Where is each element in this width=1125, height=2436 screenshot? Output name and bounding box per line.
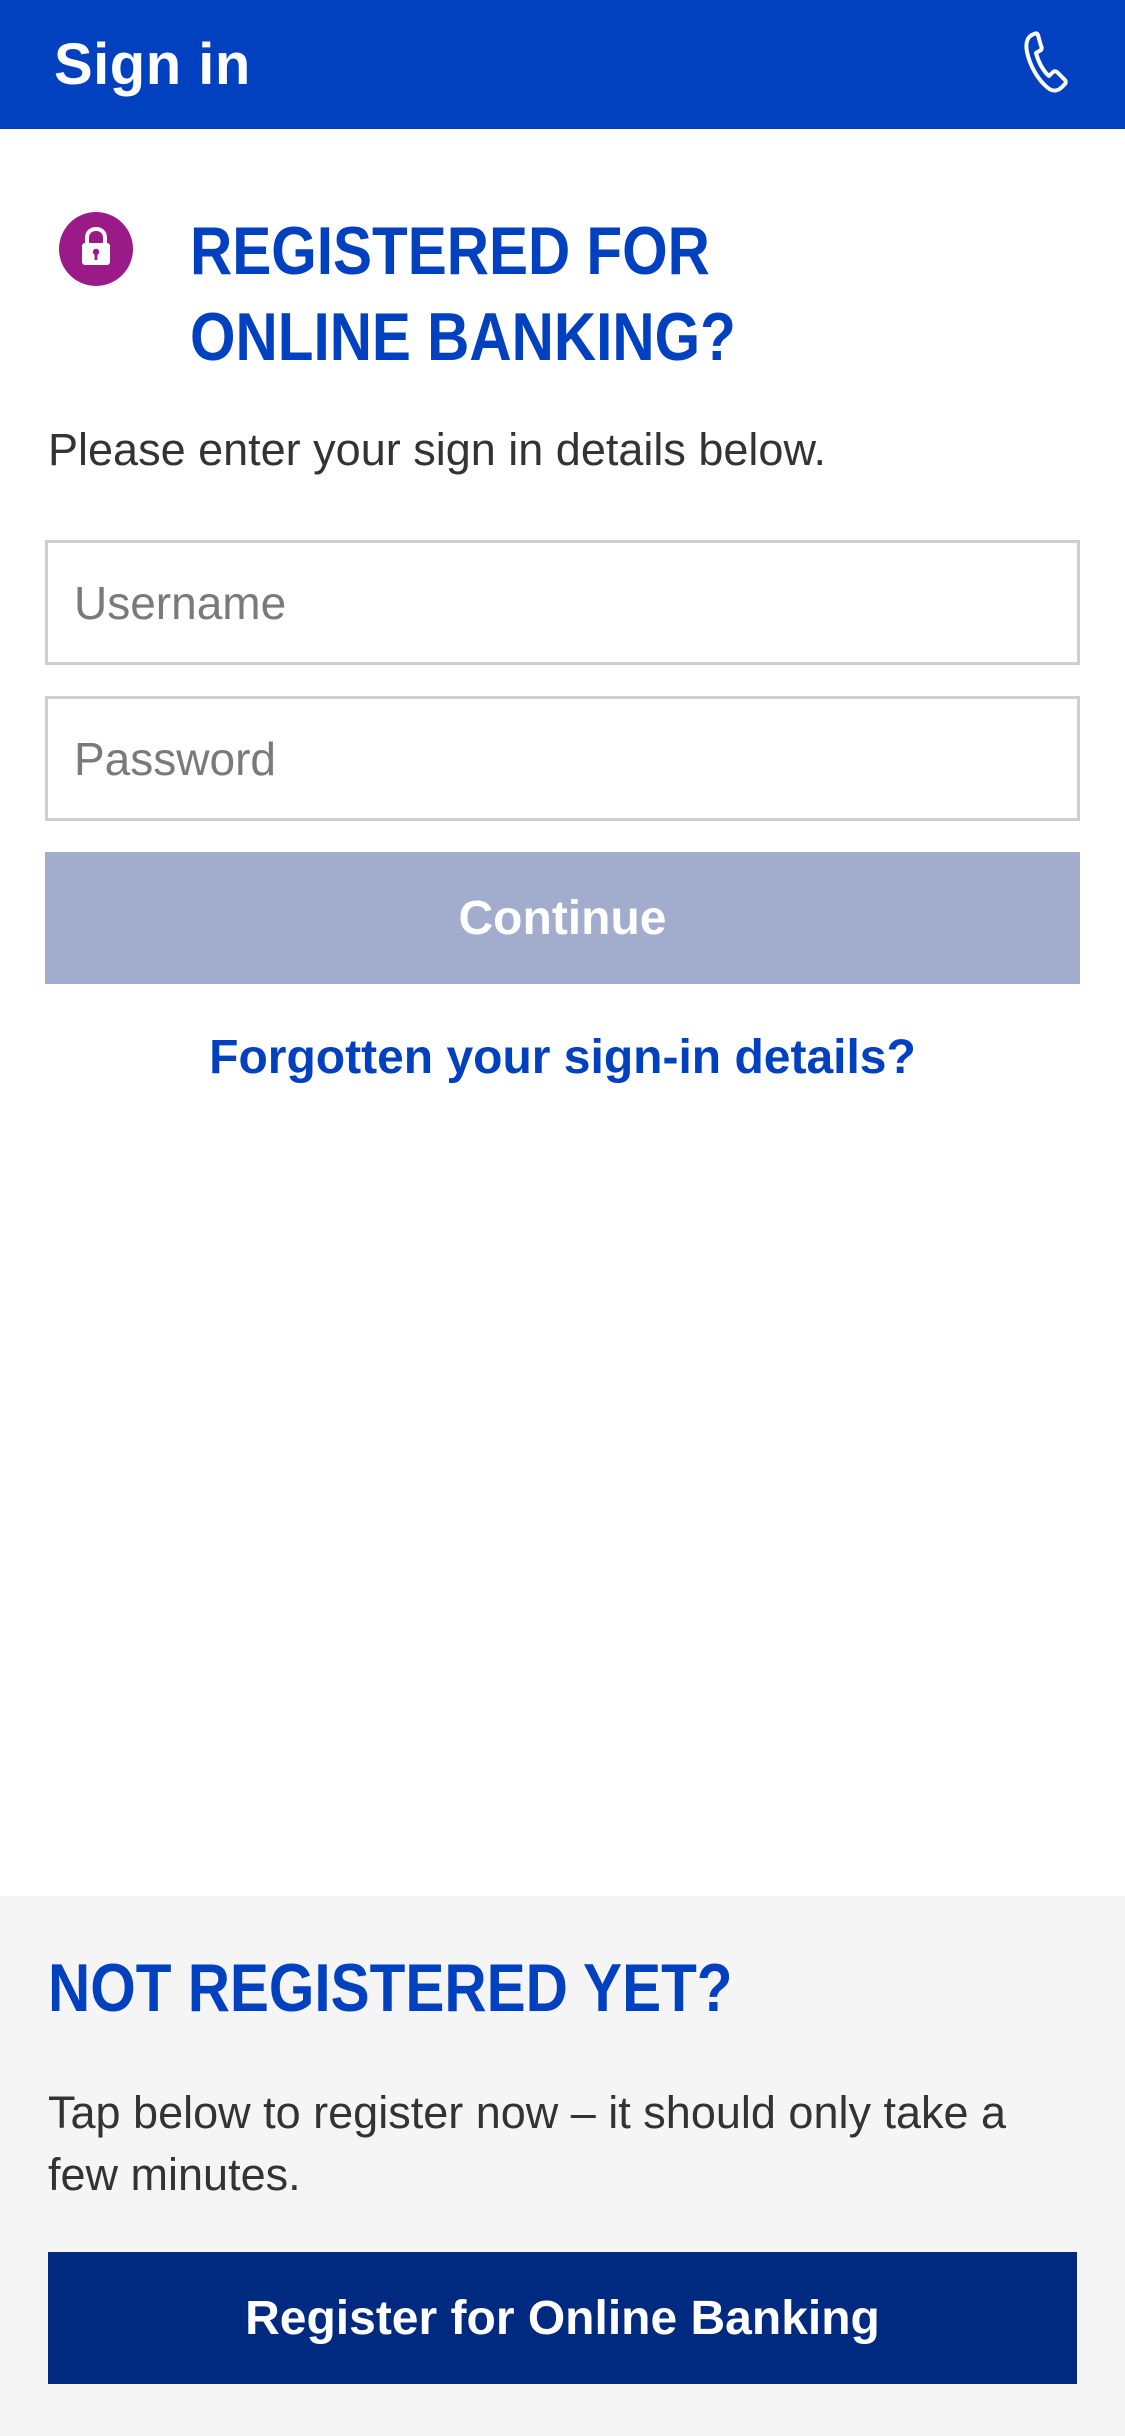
sign-in-instructions: Please enter your sign in details below. [48, 424, 826, 475]
password-input[interactable] [45, 696, 1080, 821]
not-registered-title: NOT REGISTERED YET? [48, 1950, 733, 2026]
header-bar: Sign in [0, 0, 1125, 129]
lock-icon [78, 226, 114, 272]
lock-badge [59, 212, 133, 286]
registered-title-line-2: ONLINE BANKING? [190, 299, 736, 375]
not-registered-panel: NOT REGISTERED YET? Tap below to registe… [0, 1896, 1125, 2436]
phone-button[interactable] [1013, 25, 1077, 105]
sign-in-screen: Sign in REGISTERED FOR ONLINE BANKING? P… [0, 0, 1125, 2436]
username-input[interactable] [45, 540, 1080, 665]
continue-button[interactable]: Continue [45, 852, 1080, 984]
not-registered-text: Tap below to register now – it should on… [48, 2087, 1007, 2200]
registered-title-line-1: REGISTERED FOR [190, 213, 710, 289]
register-button[interactable]: Register for Online Banking [48, 2252, 1077, 2384]
registered-title: REGISTERED FOR ONLINE BANKING? [190, 208, 895, 380]
forgotten-details-link[interactable]: Forgotten your sign-in details? [0, 1030, 1125, 1085]
page-title: Sign in [54, 32, 251, 97]
phone-icon [1022, 30, 1068, 99]
